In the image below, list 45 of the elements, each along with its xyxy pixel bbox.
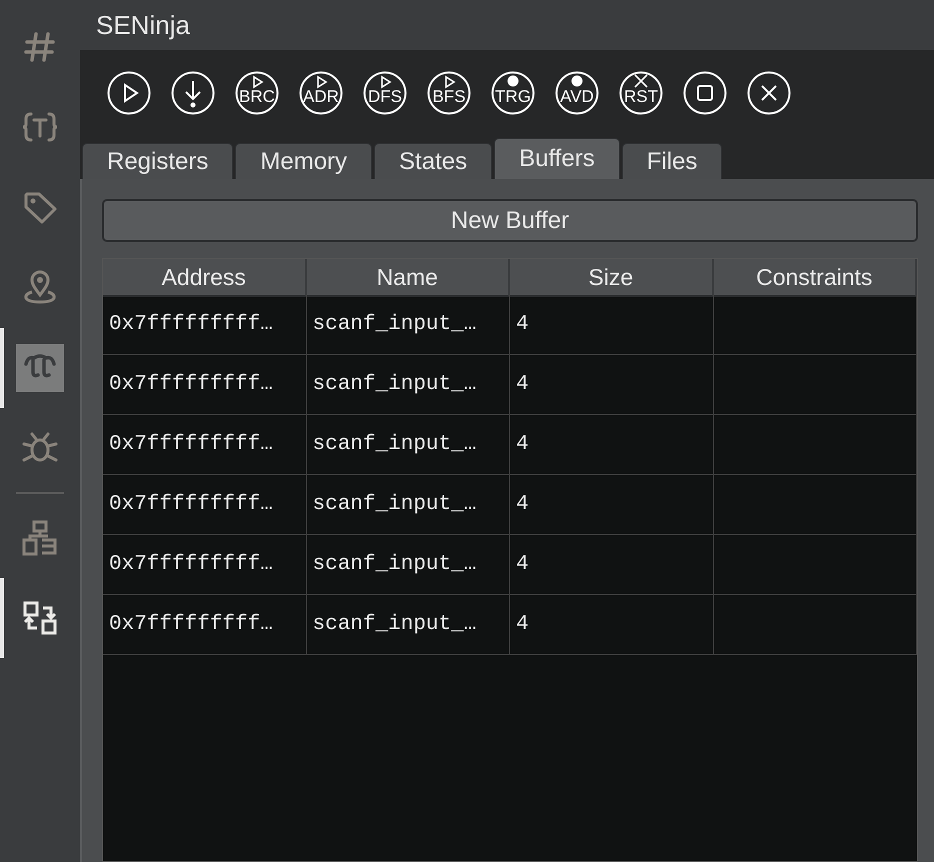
new-buffer-button[interactable]: New Buffer	[102, 199, 918, 242]
table-cell: scanf_input_…	[306, 415, 510, 475]
labeled-circle-button[interactable]: TRG	[491, 71, 535, 115]
table-cell: 0x7fffffffff…	[103, 295, 306, 355]
table-cell: scanf_input_…	[306, 355, 510, 415]
column-header[interactable]: Constraints	[714, 259, 917, 297]
table-cell: scanf_input_…	[306, 595, 510, 655]
swap-icon[interactable]	[22, 600, 58, 636]
tag-icon[interactable]	[22, 190, 58, 226]
table-cell: 4	[510, 355, 714, 415]
labeled-circle-button[interactable]: BRC	[235, 71, 279, 115]
table-cell: 4	[510, 415, 714, 475]
location-pin-icon[interactable]	[22, 270, 58, 306]
column-header[interactable]: Size	[510, 259, 714, 297]
table-cell: 4	[510, 295, 714, 355]
table-cell: scanf_input_…	[306, 535, 510, 595]
tab[interactable]: Files	[622, 143, 722, 179]
labeled-circle-button[interactable]: RST	[619, 71, 663, 115]
sidebar-item[interactable]	[16, 344, 64, 392]
table-cell: 0x7fffffffff…	[103, 475, 306, 535]
panel-title: SENinja	[96, 10, 190, 40]
column-header[interactable]: Address	[103, 259, 306, 297]
table-cell: 4	[510, 535, 714, 595]
table-cell: 0x7fffffffff…	[103, 595, 306, 655]
tab[interactable]: Memory	[235, 143, 372, 179]
hierarchy-icon[interactable]	[22, 520, 58, 556]
table-cell: 0x7fffffffff…	[103, 535, 306, 595]
table-cell: 0x7fffffffff…	[103, 355, 306, 415]
labeled-circle-button[interactable]: DFS	[363, 71, 407, 115]
step-button[interactable]	[171, 71, 215, 115]
close-button[interactable]	[747, 71, 791, 115]
labeled-circle-button[interactable]: BFS	[427, 71, 471, 115]
play-button[interactable]	[107, 71, 151, 115]
table-cell: scanf_input_…	[306, 295, 510, 355]
table-cell: 4	[510, 595, 714, 655]
table-cell: 0x7fffffffff…	[103, 415, 306, 475]
table-cell: scanf_input_…	[306, 475, 510, 535]
stop-button[interactable]	[683, 71, 727, 115]
tab[interactable]: States	[374, 143, 492, 179]
table-cell: 4	[510, 475, 714, 535]
labeled-circle-button[interactable]: ADR	[299, 71, 343, 115]
labeled-circle-button[interactable]: AVD	[555, 71, 599, 115]
tab[interactable]: Registers	[82, 143, 234, 179]
tab[interactable]: Buffers	[494, 138, 620, 179]
column-header[interactable]: Name	[306, 259, 510, 297]
